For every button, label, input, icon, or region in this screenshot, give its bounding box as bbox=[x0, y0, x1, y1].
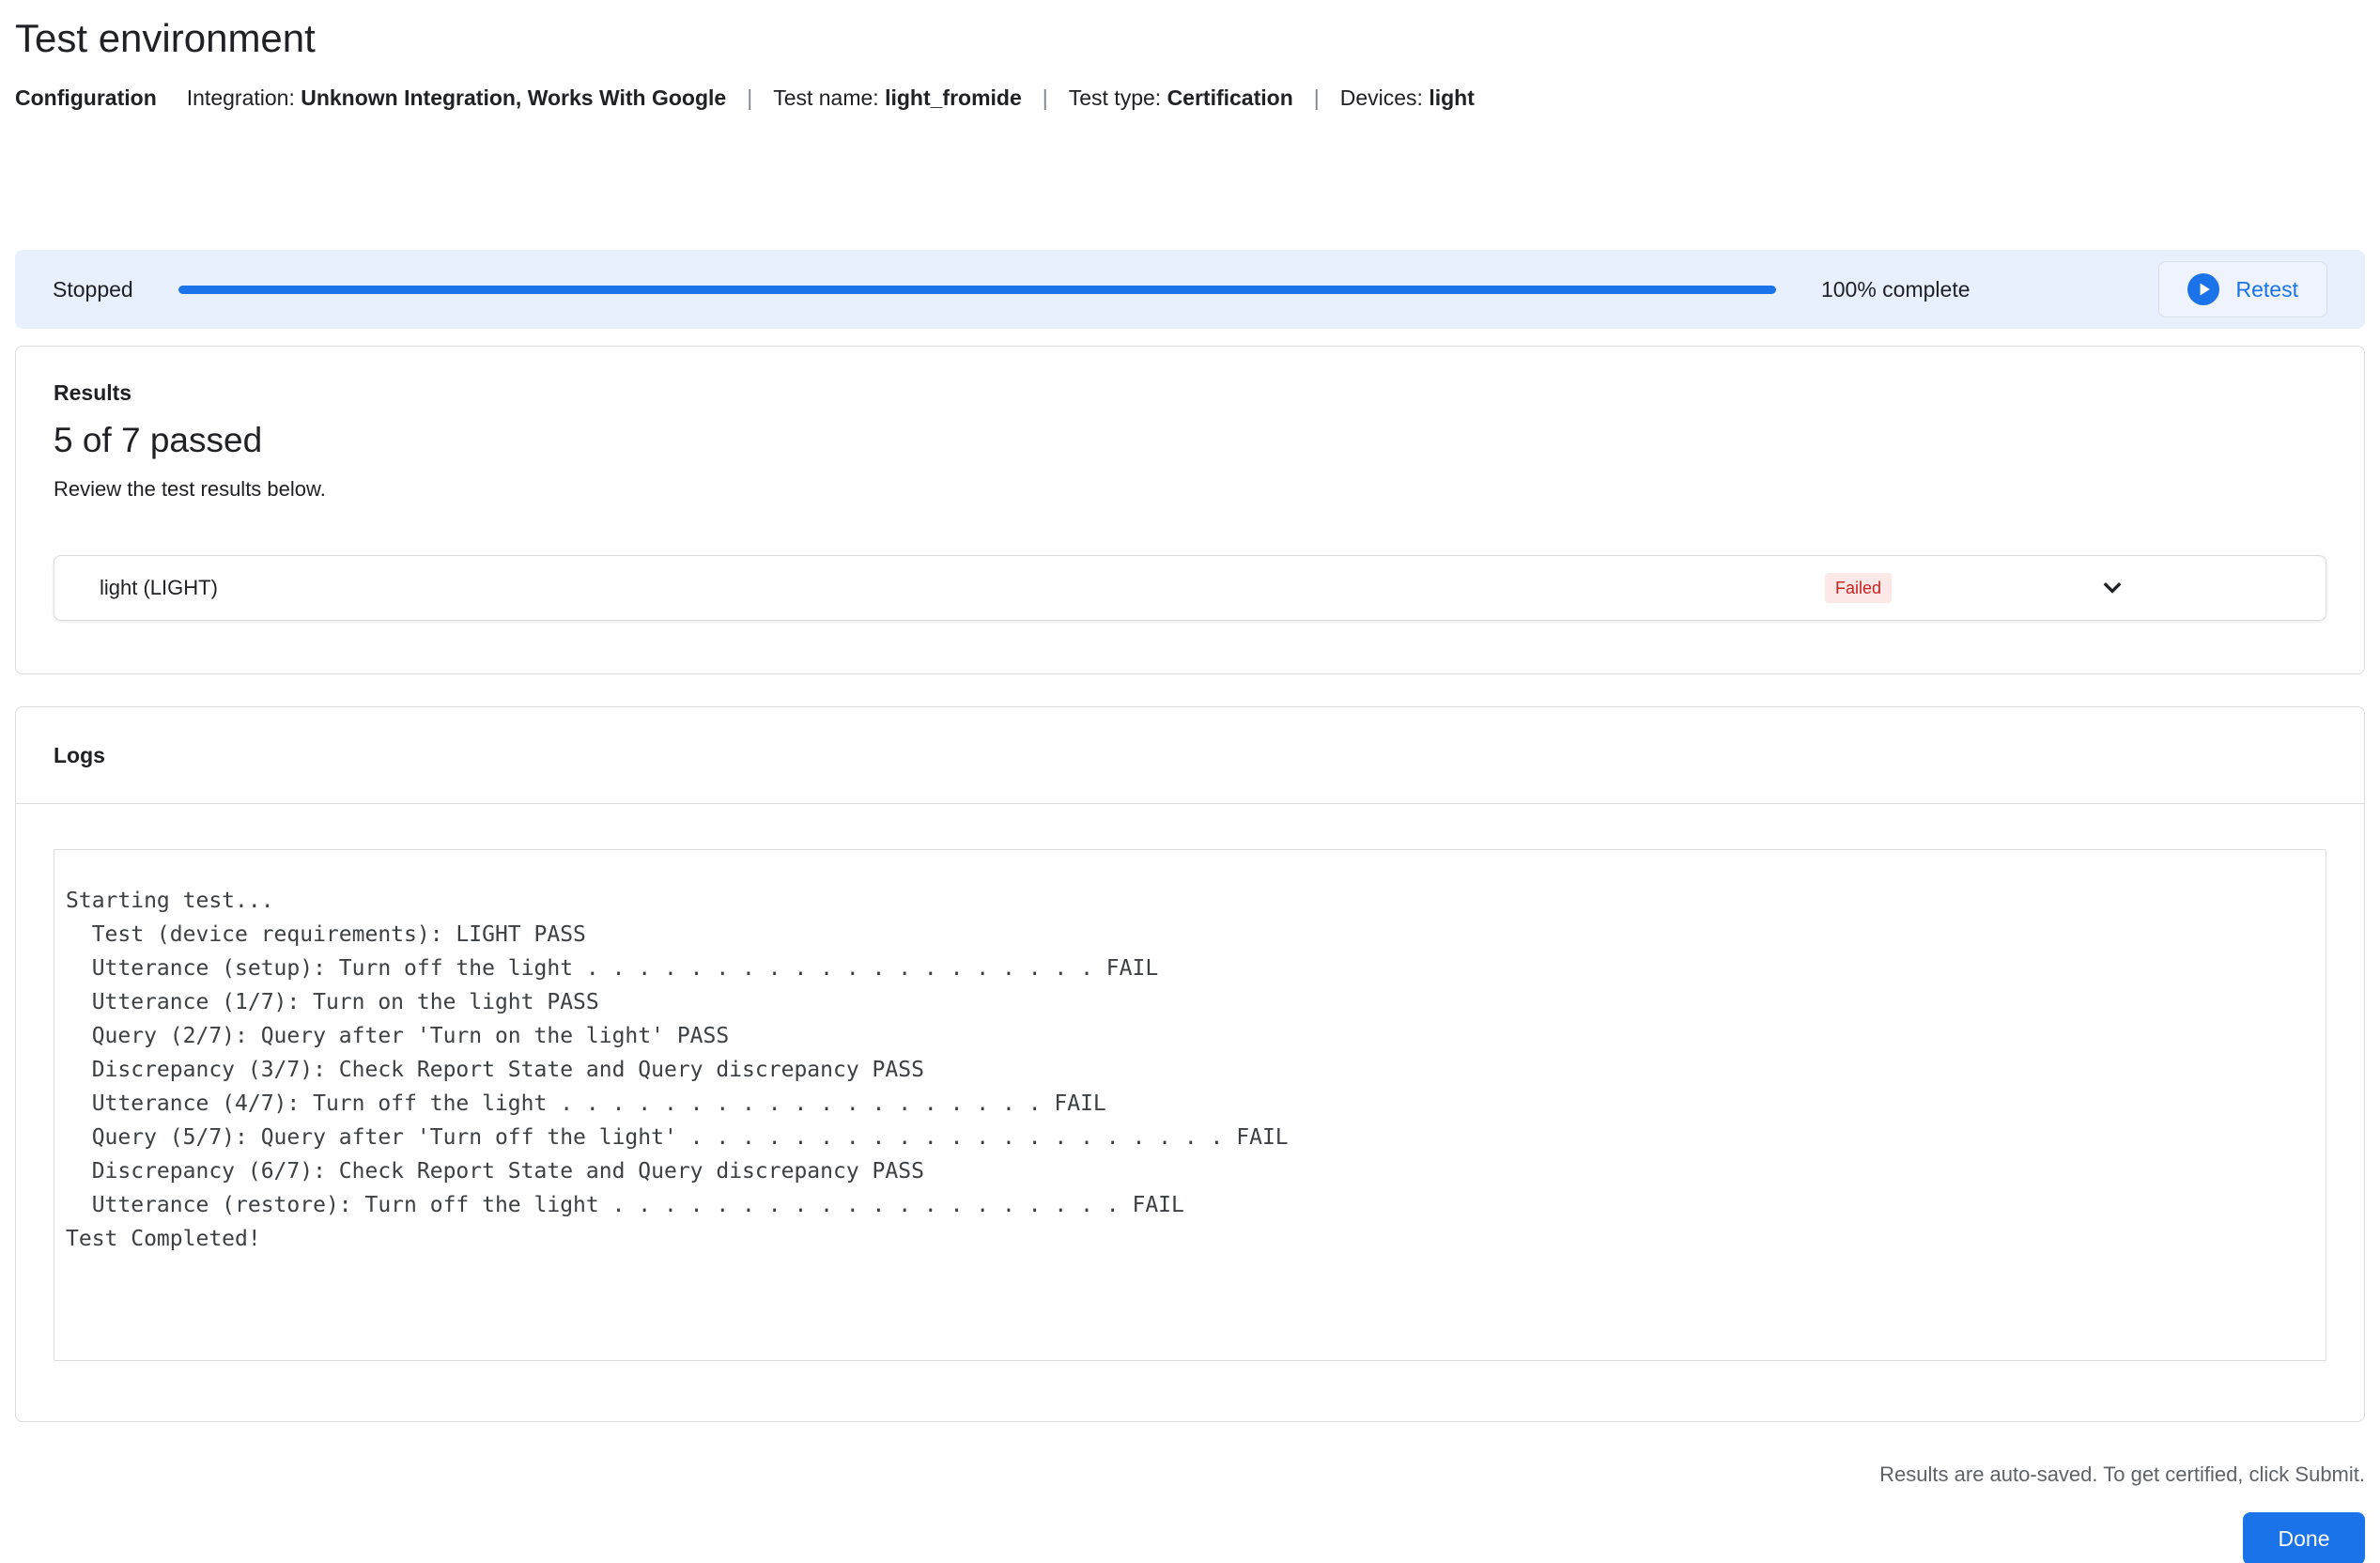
results-card: Results 5 of 7 passed Review the test re… bbox=[15, 346, 2365, 674]
config-label: Configuration bbox=[15, 85, 157, 110]
autosave-note: Results are auto-saved. To get certified… bbox=[1879, 1462, 2365, 1486]
result-row[interactable]: light (LIGHT) Failed bbox=[54, 555, 2326, 621]
logs-body: Starting test... Test (device requiremen… bbox=[16, 804, 2364, 1421]
config-item-devices: Devices: light bbox=[1339, 85, 1475, 110]
logs-header: Logs bbox=[16, 707, 2364, 804]
config-bar: Configuration Integration: Unknown Integ… bbox=[15, 85, 2365, 111]
config-separator: | bbox=[1042, 85, 1048, 110]
results-heading: Results bbox=[54, 380, 132, 405]
page-title: Test environment bbox=[15, 16, 316, 60]
log-output[interactable]: Starting test... Test (device requiremen… bbox=[54, 849, 2326, 1361]
result-row-label: light (LIGHT) bbox=[100, 576, 218, 599]
progress-percent-label: 100% complete bbox=[1820, 276, 1970, 302]
play-icon bbox=[2187, 273, 2219, 305]
logs-heading: Logs bbox=[54, 743, 105, 767]
retest-button[interactable]: Retest bbox=[2157, 261, 2327, 317]
results-subtitle: Review the test results below. bbox=[54, 477, 326, 501]
chevron-down-icon[interactable] bbox=[2096, 572, 2128, 604]
progress-bar bbox=[178, 285, 1776, 294]
footer-actions: Done bbox=[15, 1512, 2365, 1563]
retest-button-label: Retest bbox=[2235, 276, 2298, 302]
config-item-test-type: Test type: Certification bbox=[1068, 85, 1293, 110]
config-item-integration: Integration: Unknown Integration, Works … bbox=[186, 85, 727, 110]
done-button[interactable]: Done bbox=[2243, 1512, 2365, 1563]
config-item-test-name: Test name: light_fromide bbox=[773, 85, 1022, 110]
status-badge: Failed bbox=[1824, 573, 1892, 603]
progress-fill bbox=[178, 285, 1776, 294]
config-separator: | bbox=[747, 85, 753, 110]
config-separator: | bbox=[1313, 85, 1320, 110]
status-label: Stopped bbox=[53, 276, 133, 302]
progress-banner: Stopped 100% complete Retest bbox=[15, 250, 2365, 329]
logs-card: Logs Starting test... Test (device requi… bbox=[15, 706, 2365, 1422]
results-summary: 5 of 7 passed bbox=[54, 421, 263, 459]
page: Test environment Configuration Integrati… bbox=[0, 15, 2380, 1563]
